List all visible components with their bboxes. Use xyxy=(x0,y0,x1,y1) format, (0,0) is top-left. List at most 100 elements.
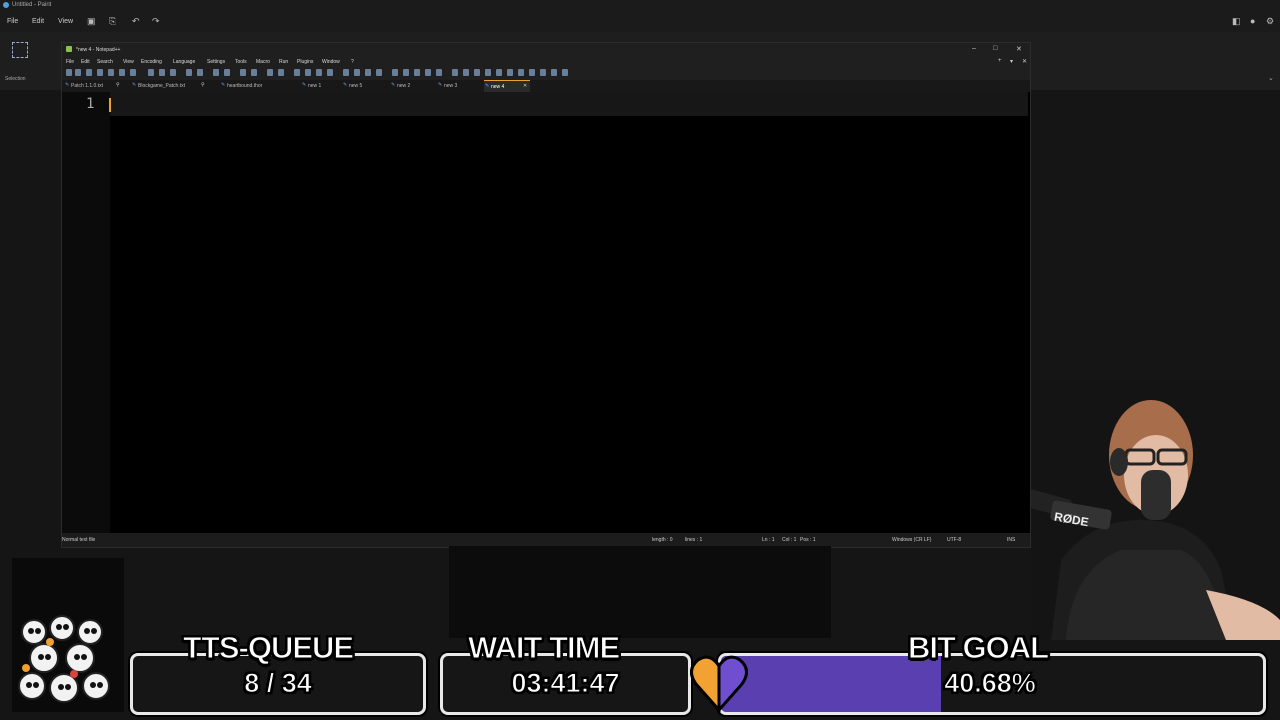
npp-menu-tools[interactable]: Tools xyxy=(235,59,247,65)
close-doc-icon[interactable]: ✕ xyxy=(1022,58,1027,65)
run-macro-icon[interactable] xyxy=(425,69,431,76)
npp-menu-macro[interactable]: Macro xyxy=(256,59,270,65)
npp-tab-bar: ✎ Patch 1.1.0.txt ⚲ ✎ Blockgame_Patch.tx… xyxy=(62,80,1030,93)
spell-check-icon[interactable] xyxy=(452,69,458,76)
npp-menu-plugins[interactable]: Plugins xyxy=(297,59,313,65)
npp-menu-language[interactable]: Language xyxy=(173,59,195,65)
stop-macro-icon[interactable] xyxy=(403,69,409,76)
chevron-down-icon[interactable]: ⌄ xyxy=(1268,74,1274,82)
open-file-icon[interactable] xyxy=(75,69,81,76)
redo-icon[interactable] xyxy=(197,69,203,76)
dropdown-icon[interactable]: ▾ xyxy=(1010,58,1013,65)
tab-label: Patch 1.1.0.txt xyxy=(71,83,103,89)
settings-icon[interactable]: ⚙ xyxy=(1266,16,1274,27)
undo-icon[interactable]: ↶ xyxy=(132,16,140,27)
status-ln: Ln : 1 xyxy=(762,537,775,543)
close-all-icon[interactable] xyxy=(119,69,125,76)
save-macro-icon[interactable] xyxy=(436,69,442,76)
paint-menu-edit[interactable]: Edit xyxy=(32,18,44,25)
tab-patch[interactable]: ✎ Patch 1.1.0.txt ⚲ xyxy=(64,80,124,92)
zoom-out-icon[interactable] xyxy=(251,69,257,76)
tab-new5[interactable]: ✎ new 5 xyxy=(342,80,372,92)
tab-new2[interactable]: ✎ new 2 xyxy=(390,80,420,92)
new-file-icon[interactable] xyxy=(66,69,72,76)
status-eol: Windows (CR LF) xyxy=(892,537,932,543)
wait-time-value: 03:41:47 xyxy=(511,668,620,699)
print-icon[interactable] xyxy=(130,69,136,76)
save-file-icon[interactable] xyxy=(86,69,92,76)
lang-icon[interactable] xyxy=(327,69,333,76)
share-icon[interactable]: ⎘ xyxy=(109,16,116,27)
cut-icon[interactable] xyxy=(148,69,154,76)
npp-menu-settings[interactable]: Settings xyxy=(207,59,225,65)
record-macro-icon[interactable] xyxy=(392,69,398,76)
tab-blockgame[interactable]: ✎ Blockgame_Patch.txt ⚲ xyxy=(131,80,209,92)
npp-title: *new 4 - Notepad++ xyxy=(76,47,121,53)
npp-menu-bar: File Edit Search View Encoding Language … xyxy=(62,56,1030,66)
redo-icon[interactable]: ↷ xyxy=(152,16,160,27)
layers-icon[interactable]: ◧ xyxy=(1232,16,1241,27)
npp-menu-encoding[interactable]: Encoding xyxy=(141,59,162,65)
paint-title-bar: Untitled - Paint xyxy=(0,0,1280,12)
save-all-icon[interactable] xyxy=(97,69,103,76)
paste-icon[interactable] xyxy=(170,69,176,76)
sync-h-icon[interactable] xyxy=(278,69,284,76)
plugin-d-icon[interactable] xyxy=(507,69,513,76)
npp-menu-run[interactable]: Run xyxy=(279,59,288,65)
npp-menu-window[interactable]: Window xyxy=(322,59,340,65)
file-icon: ✎ xyxy=(302,82,307,88)
find-icon[interactable] xyxy=(213,69,219,76)
selection-tool-icon[interactable] xyxy=(12,42,28,58)
compare-icon[interactable] xyxy=(463,69,469,76)
tts-queue-title: TTS-QUEUE xyxy=(182,630,354,666)
plugin-i-icon[interactable] xyxy=(562,69,568,76)
word-wrap-icon[interactable] xyxy=(294,69,300,76)
pin-icon[interactable]: ⚲ xyxy=(201,82,205,88)
play-macro-icon[interactable] xyxy=(414,69,420,76)
npp-menu-edit[interactable]: Edit xyxy=(81,59,90,65)
plugin-e-icon[interactable] xyxy=(518,69,524,76)
tab-label: new 2 xyxy=(397,83,411,89)
tab-new1[interactable]: ✎ new 1 xyxy=(301,80,331,92)
paint-logo-icon xyxy=(3,2,9,8)
doc-map-icon[interactable] xyxy=(343,69,349,76)
npp-toolbar xyxy=(62,66,1030,80)
add-icon[interactable]: + xyxy=(998,58,1002,64)
tab-new3[interactable]: ✎ new 3 xyxy=(437,80,467,92)
func-list-icon[interactable] xyxy=(354,69,360,76)
plugin-g-icon[interactable] xyxy=(540,69,546,76)
replace-icon[interactable] xyxy=(224,69,230,76)
npp-menu-view[interactable]: View xyxy=(123,59,134,65)
npp-menu-file[interactable]: File xyxy=(66,59,74,65)
plugin-c-icon[interactable] xyxy=(496,69,502,76)
plugin-a-icon[interactable] xyxy=(474,69,480,76)
show-all-chars-icon[interactable] xyxy=(305,69,311,76)
paint-menu-file[interactable]: File xyxy=(7,18,18,25)
monitor-icon[interactable] xyxy=(376,69,382,76)
editor-area[interactable]: 1 xyxy=(62,92,1030,533)
pin-icon[interactable]: ⚲ xyxy=(116,82,120,88)
tab-heartbound[interactable]: ✎ heartbound.thor xyxy=(220,80,280,92)
undo-icon[interactable] xyxy=(186,69,192,76)
close-tab-icon[interactable]: ✕ xyxy=(523,83,527,89)
folder-workspace-icon[interactable] xyxy=(365,69,371,76)
save-icon[interactable]: ▣ xyxy=(87,16,96,27)
minimize-icon[interactable]: – xyxy=(972,45,976,52)
zoom-in-icon[interactable] xyxy=(240,69,246,76)
indent-guide-icon[interactable] xyxy=(316,69,322,76)
npp-menu-help[interactable]: ? xyxy=(351,59,354,65)
npp-menu-search[interactable]: Search xyxy=(97,59,113,65)
bit-goal-title: BIT GOAL xyxy=(907,630,1049,666)
tab-label: new 1 xyxy=(308,83,322,89)
plugin-b-icon[interactable] xyxy=(485,69,491,76)
close-icon[interactable]: ✕ xyxy=(1016,45,1022,53)
maximize-icon[interactable]: □ xyxy=(993,45,997,52)
paint-menu-view[interactable]: View xyxy=(58,18,73,25)
account-icon[interactable]: ● xyxy=(1250,16,1255,26)
plugin-f-icon[interactable] xyxy=(529,69,535,76)
sync-v-icon[interactable] xyxy=(267,69,273,76)
heart-icon xyxy=(690,655,748,714)
copy-icon[interactable] xyxy=(159,69,165,76)
plugin-h-icon[interactable] xyxy=(551,69,557,76)
close-file-icon[interactable] xyxy=(108,69,114,76)
